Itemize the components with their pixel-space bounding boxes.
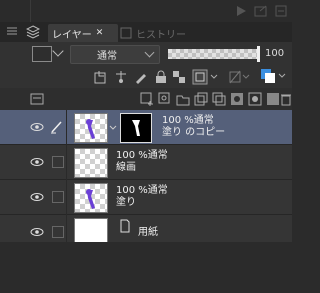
- layer-name: 線画: [116, 162, 136, 173]
- layer-opacity-mode: 100 %通常: [162, 115, 214, 126]
- layer-thumbnail: [74, 148, 108, 178]
- link-icon: [108, 122, 118, 136]
- layer-color-icon[interactable]: [192, 69, 220, 85]
- opacity-fill: [168, 49, 258, 59]
- divider: [30, 0, 31, 22]
- layer-color-swatch[interactable]: [32, 46, 52, 62]
- color-mode-icon[interactable]: [260, 68, 288, 83]
- layer-name: 用紙: [138, 227, 158, 238]
- lock-transparent-icon[interactable]: [172, 70, 186, 84]
- menu-icon[interactable]: [6, 25, 20, 39]
- layers-icon: [25, 25, 41, 39]
- layer-properties-icon[interactable]: [30, 92, 44, 106]
- layer-label: 用紙: [138, 227, 158, 239]
- layer-template-icon[interactable]: [266, 92, 280, 106]
- layer-label: 100 %通常 線画: [116, 150, 168, 174]
- mask-icon[interactable]: [228, 69, 250, 84]
- merge-down-icon[interactable]: [212, 92, 226, 106]
- eye-icon[interactable]: [30, 158, 44, 166]
- tab-layers[interactable]: レイヤー ✕: [48, 24, 118, 42]
- layer-actions-row: [0, 88, 292, 111]
- reference-layer-icon[interactable]: [114, 70, 128, 84]
- panel-top-strip: [0, 0, 292, 22]
- transfer-down-icon[interactable]: [194, 92, 208, 106]
- delete-layer-icon[interactable]: [280, 92, 294, 106]
- layer-row[interactable]: 100 %通常 線画: [0, 145, 292, 180]
- tab-layers-label: レイヤー: [52, 29, 92, 41]
- chevron-down-icon: [144, 47, 155, 58]
- eye-icon[interactable]: [30, 228, 44, 236]
- eye-icon[interactable]: [30, 123, 44, 131]
- tab-history[interactable]: ヒストリー: [120, 24, 190, 42]
- eye-icon[interactable]: [30, 193, 44, 201]
- layer-label: 100 %通常 塗り のコピー: [162, 115, 225, 139]
- layer-lock-toggle[interactable]: [52, 226, 64, 238]
- history-icon: [120, 27, 132, 39]
- blend-mode-value: 通常: [97, 51, 117, 62]
- tab-bar: レイヤー ✕ ヒストリー: [0, 22, 292, 43]
- layer-thumbnail: [74, 183, 108, 213]
- layer-row[interactable]: 100 %通常 塗り: [0, 180, 292, 215]
- layer-opacity-mode: 100 %通常: [116, 185, 168, 196]
- layer-name: 塗り: [116, 197, 136, 208]
- blend-mode-select[interactable]: 通常: [70, 45, 160, 64]
- layer-options-row: [0, 66, 292, 88]
- layer-opacity-mode: 100 %通常: [116, 150, 168, 161]
- chevron-down-icon[interactable]: [52, 45, 64, 57]
- lock-layer-icon[interactable]: [154, 70, 168, 84]
- paper-icon: [120, 219, 130, 233]
- layer-name: 塗り のコピー: [162, 127, 226, 138]
- opacity-knob[interactable]: [257, 46, 260, 62]
- layer-properties-row: 通常 100: [0, 42, 292, 66]
- pen-icon: [50, 120, 64, 134]
- opacity-slider[interactable]: [168, 46, 260, 62]
- layer-lock-toggle[interactable]: [52, 191, 64, 203]
- draft-layer-icon[interactable]: [134, 70, 148, 84]
- clip-layer-icon[interactable]: [94, 70, 108, 84]
- layer-list-empty-area: [0, 242, 292, 293]
- play-icon[interactable]: [234, 4, 248, 18]
- apply-mask-icon[interactable]: [248, 92, 262, 106]
- create-mask-icon[interactable]: [230, 92, 244, 106]
- layer-thumbnail: [74, 113, 108, 143]
- new-raster-layer-icon[interactable]: [140, 92, 154, 106]
- layer-lock-toggle[interactable]: [52, 156, 64, 168]
- new-vector-layer-icon[interactable]: [158, 92, 172, 106]
- opacity-value: 100: [265, 48, 285, 59]
- layer-label: 100 %通常 塗り: [116, 185, 168, 209]
- new-folder-icon[interactable]: [176, 92, 190, 106]
- export-icon[interactable]: [254, 4, 268, 18]
- tab-history-label: ヒストリー: [136, 29, 186, 41]
- layer-row[interactable]: 100 %通常 塗り のコピー: [0, 110, 292, 145]
- share-icon[interactable]: [274, 4, 288, 18]
- layer-mask-thumbnail[interactable]: [120, 113, 152, 143]
- close-icon[interactable]: ✕: [96, 28, 104, 38]
- top-icons: [234, 4, 288, 18]
